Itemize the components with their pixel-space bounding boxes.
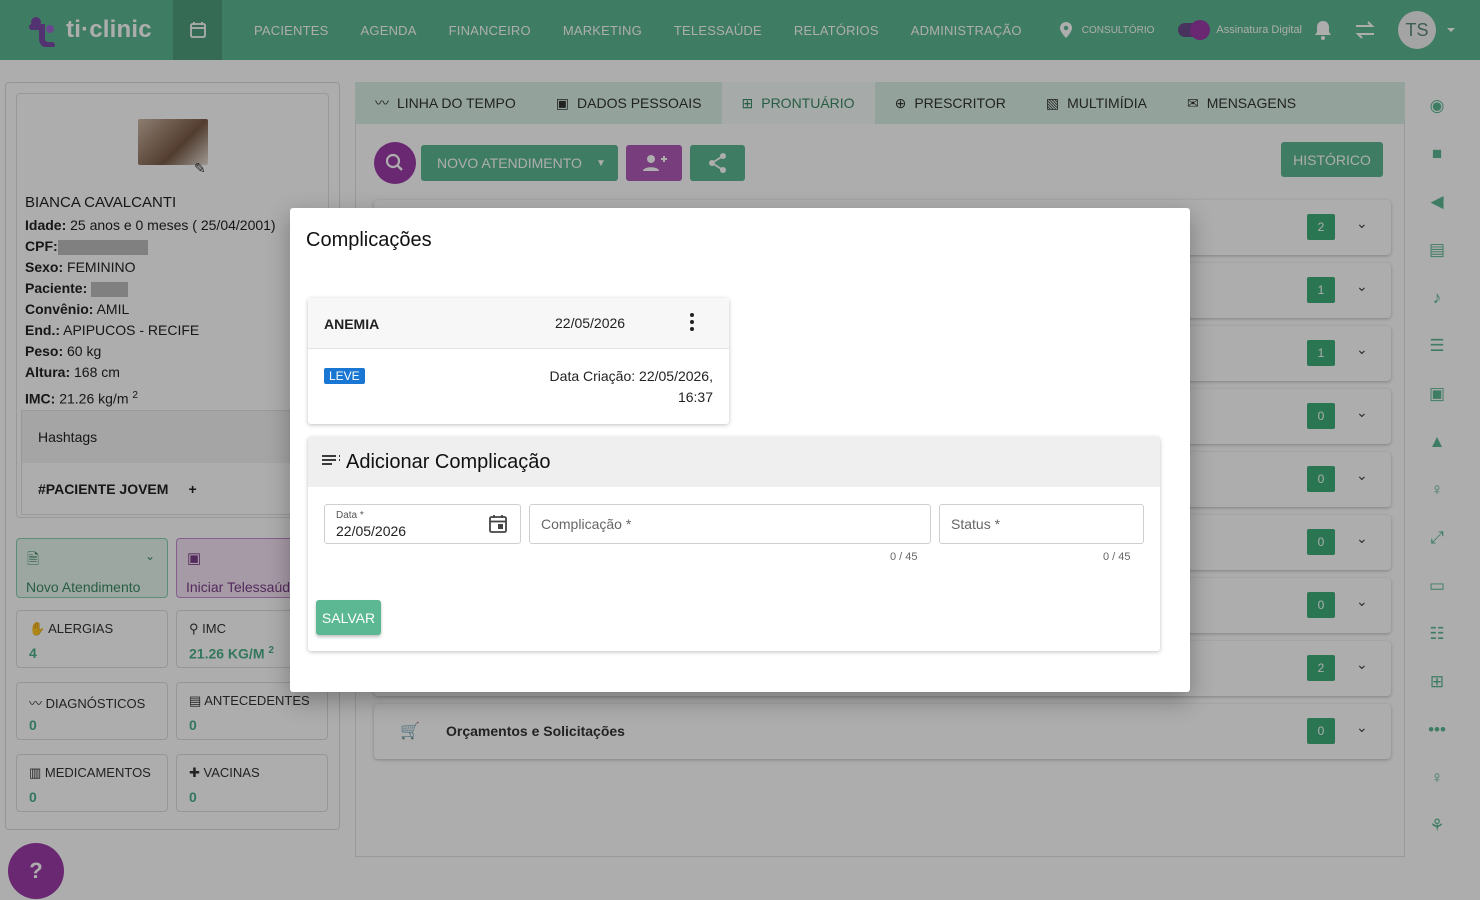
complication-card: ANEMIA 22/05/2026 LEVE Data Criação: 22/… [308,298,729,424]
date-field[interactable]: Data * 22/05/2026 [324,504,521,544]
status-counter: 0 / 45 [1103,551,1131,563]
created-at: Data Criação: 22/05/2026, 16:37 [513,366,713,408]
complication-date: 22/05/2026 [555,315,626,331]
complication-name: ANEMIA [324,316,380,332]
status-input[interactable]: Status * [939,504,1144,544]
date-label: Data * [336,510,364,521]
more-vert-icon[interactable] [686,312,698,332]
calendar-icon[interactable] [488,514,508,534]
add-complication-form: Adicionar Complicação Data * 22/05/2026 … [308,437,1160,651]
severity-badge: LEVE [324,368,365,384]
complications-dialog: Complicações ANEMIA 22/05/2026 LEVE Data… [290,208,1190,692]
dialog-title: Complicações [306,229,432,251]
created-line1: Data Criação: 22/05/2026, [549,368,713,384]
notes-icon [322,455,340,465]
date-value: 22/05/2026 [336,523,407,539]
created-line2: 16:37 [677,389,713,405]
complication-input[interactable]: Complicação * [529,504,931,544]
save-button[interactable]: SALVAR [316,600,381,635]
form-title: Adicionar Complicação [346,450,551,473]
status-placeholder: Status * [951,516,1001,532]
complication-counter: 0 / 45 [890,551,918,563]
complication-placeholder: Complicação * [541,516,632,532]
